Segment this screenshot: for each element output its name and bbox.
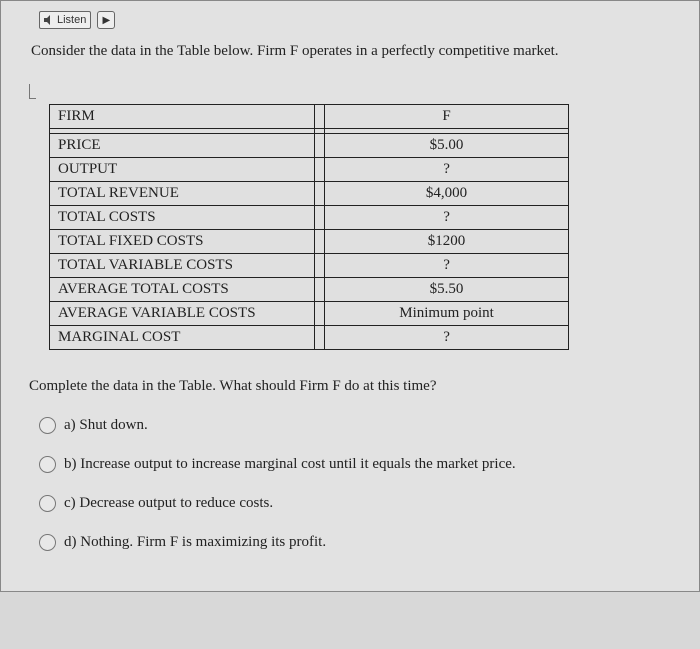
table-row: AVERAGE VARIABLE COSTS Minimum point bbox=[50, 302, 569, 326]
header-left: FIRM bbox=[50, 105, 315, 129]
table-row: AVERAGE TOTAL COSTS $5.50 bbox=[50, 278, 569, 302]
table-row: TOTAL REVENUE $4,000 bbox=[50, 182, 569, 206]
col-separator bbox=[315, 105, 325, 129]
table-row: MARGINAL COST ? bbox=[50, 326, 569, 350]
option-d[interactable]: d) Nothing. Firm F is maximizing its pro… bbox=[39, 532, 671, 553]
option-b[interactable]: b) Increase output to increase marginal … bbox=[39, 454, 671, 475]
cursor-mark bbox=[29, 84, 36, 99]
table-row: PRICE $5.00 bbox=[50, 134, 569, 158]
table-row: TOTAL VARIABLE COSTS ? bbox=[50, 254, 569, 278]
radio-icon[interactable] bbox=[39, 534, 56, 551]
question-text: Complete the data in the Table. What sho… bbox=[29, 378, 671, 395]
option-d-label: d) Nothing. Firm F is maximizing its pro… bbox=[64, 532, 326, 553]
speaker-icon bbox=[44, 15, 54, 25]
option-a[interactable]: a) Shut down. bbox=[39, 415, 671, 436]
option-b-label: b) Increase output to increase marginal … bbox=[64, 454, 516, 475]
listen-button[interactable]: Listen bbox=[39, 11, 91, 29]
play-button[interactable]: ▶ bbox=[97, 11, 115, 29]
audio-toolbar: Listen ▶ bbox=[29, 11, 671, 29]
option-c[interactable]: c) Decrease output to reduce costs. bbox=[39, 493, 671, 514]
listen-label: Listen bbox=[57, 14, 86, 26]
radio-icon[interactable] bbox=[39, 417, 56, 434]
question-page: Listen ▶ Consider the data in the Table … bbox=[0, 0, 700, 592]
option-a-label: a) Shut down. bbox=[64, 415, 148, 436]
table-row: TOTAL COSTS ? bbox=[50, 206, 569, 230]
firm-data-table: FIRM F PRICE $5.00 OUTPUT ? TOTAL REVENU… bbox=[49, 104, 569, 350]
play-icon: ▶ bbox=[103, 15, 111, 26]
header-right: F bbox=[325, 105, 569, 129]
table-row: TOTAL FIXED COSTS $1200 bbox=[50, 230, 569, 254]
radio-icon[interactable] bbox=[39, 495, 56, 512]
option-c-label: c) Decrease output to reduce costs. bbox=[64, 493, 273, 514]
radio-icon[interactable] bbox=[39, 456, 56, 473]
prompt-text: Consider the data in the Table below. Fi… bbox=[29, 37, 671, 66]
table-row: OUTPUT ? bbox=[50, 158, 569, 182]
